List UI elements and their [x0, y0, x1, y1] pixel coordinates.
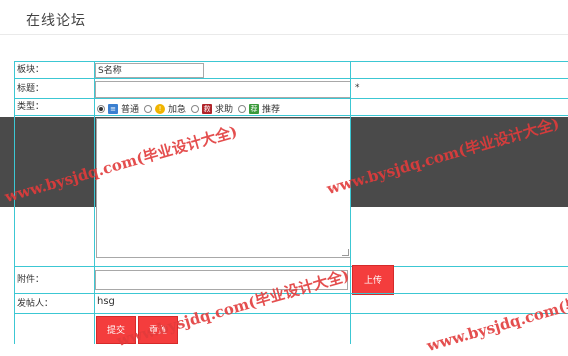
poster-row: 发帖人： hsg [15, 293, 568, 314]
grid-guide [14, 61, 15, 344]
type-label: 类型： [15, 99, 95, 116]
attachment-row: 附件： 上传 [15, 265, 568, 295]
board-label: 板块： [15, 62, 95, 79]
type-option-normal[interactable]: ≡ 普通 [97, 102, 139, 115]
title-row: 标题： * [15, 78, 568, 99]
board-field[interactable]: S名称 [95, 63, 204, 78]
urgent-icon: ! [155, 103, 166, 114]
required-mark: * [355, 83, 360, 93]
attachment-input[interactable] [95, 270, 348, 290]
type-option-label: 加急 [168, 105, 187, 115]
radio-urgent[interactable] [144, 104, 153, 113]
submit-button[interactable]: 提交 [96, 316, 136, 344]
radio-help[interactable] [191, 104, 200, 113]
title-divider [0, 34, 568, 35]
reset-button[interactable]: 重置 [138, 316, 178, 344]
title-label: 标题： [15, 79, 95, 99]
type-option-help[interactable]: 救 求助 [191, 102, 233, 115]
resize-handle-icon[interactable] [342, 249, 349, 256]
upload-button[interactable]: 上传 [352, 265, 394, 295]
board-row: 板块： S名称 [15, 61, 568, 79]
type-row: 类型： ≡ 普通 ! 加急 救 求助 荐 推荐 [15, 98, 568, 116]
poster-label: 发帖人： [15, 294, 95, 314]
attachment-label: 附件： [15, 267, 95, 294]
page-title: 在线论坛 [26, 13, 86, 29]
grid-guide [350, 61, 351, 344]
type-option-recommend[interactable]: 荐 推荐 [238, 102, 280, 115]
title-input[interactable] [95, 81, 351, 98]
radio-normal[interactable] [97, 104, 105, 113]
content-row [15, 115, 568, 267]
type-options: ≡ 普通 ! 加急 救 求助 荐 推荐 [97, 102, 285, 115]
content-label [15, 116, 95, 267]
type-option-label: 推荐 [262, 105, 281, 115]
type-option-label: 求助 [215, 105, 234, 115]
actions-label [15, 314, 95, 344]
recommend-icon: 荐 [249, 103, 260, 114]
post-icon: ≡ [108, 103, 118, 114]
actions-row: 提交 重置 [15, 313, 568, 344]
poster-value: hsg [97, 296, 115, 307]
content-textarea[interactable] [96, 118, 351, 258]
radio-recommend[interactable] [238, 104, 247, 113]
help-icon: 救 [202, 103, 213, 114]
type-option-urgent[interactable]: ! 加急 [144, 102, 186, 115]
type-option-label: 普通 [121, 105, 140, 115]
